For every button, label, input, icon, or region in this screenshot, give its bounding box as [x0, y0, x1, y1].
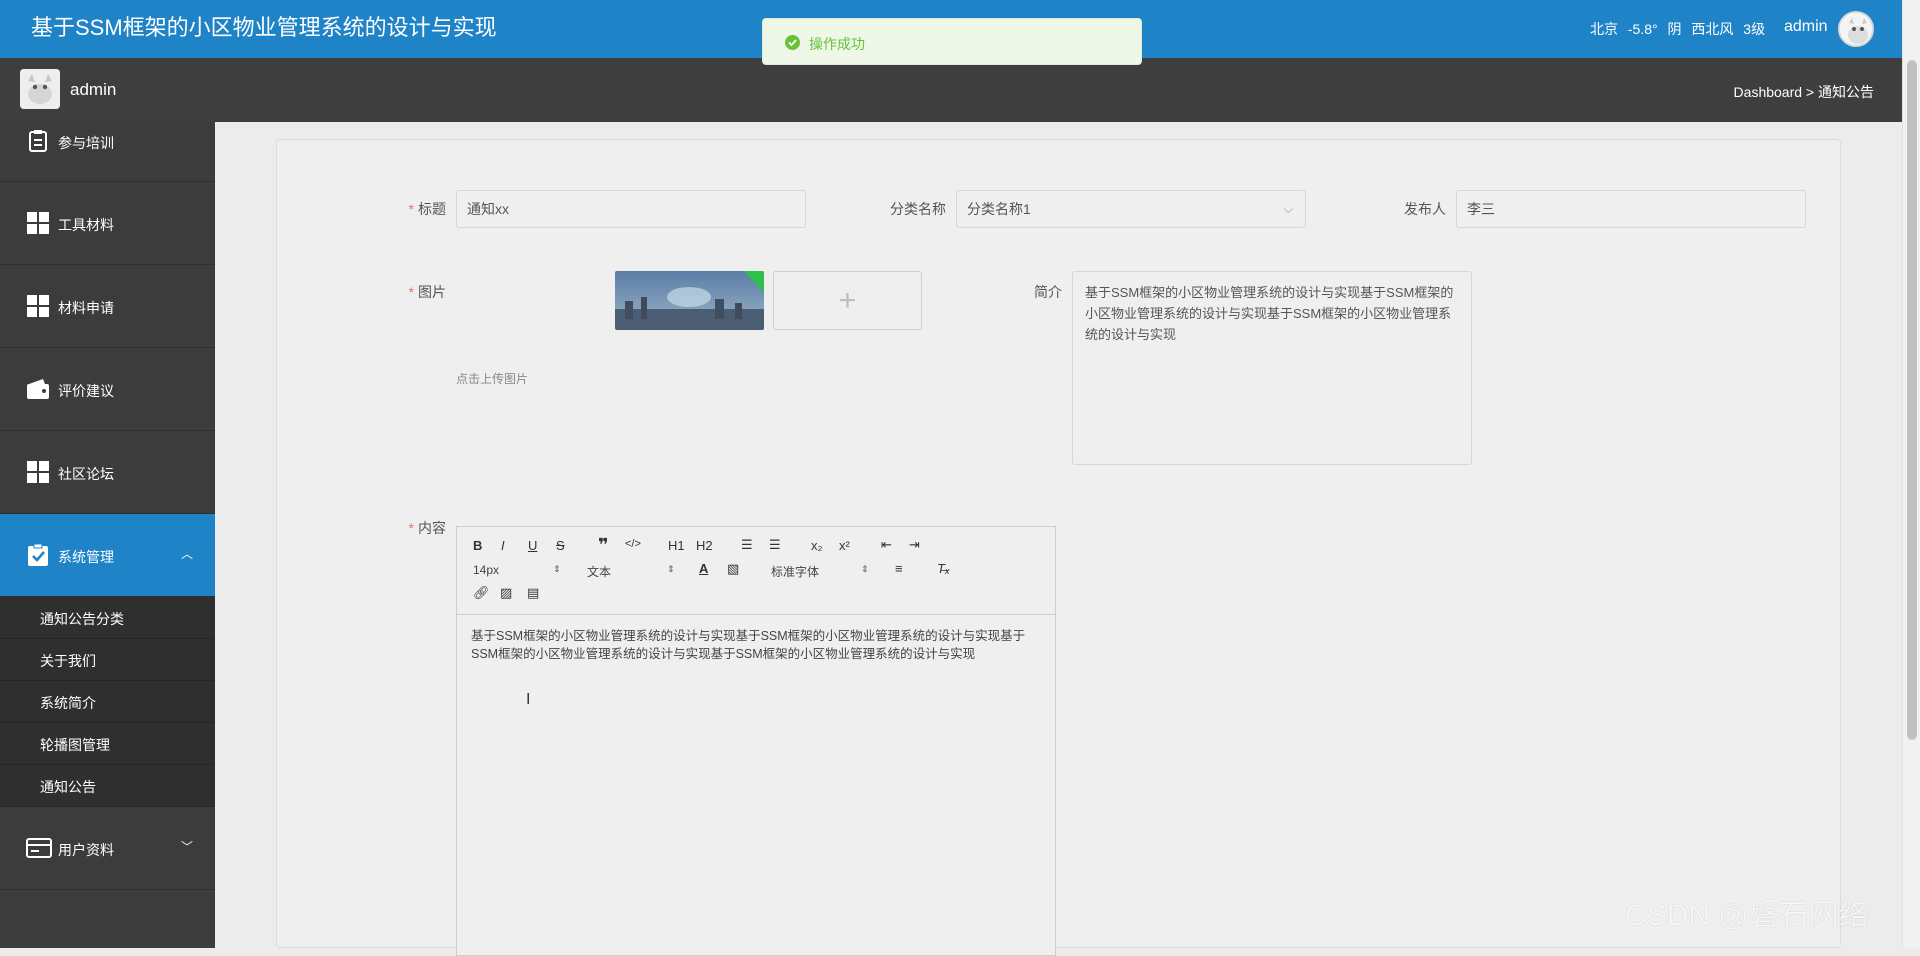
font-size-select[interactable]: 14px ⇕ [473, 563, 563, 579]
font-color-icon[interactable]: A [699, 561, 708, 576]
editor-toolbar: B I U S ❞ </> H1 H2 ☰ ☰ x₂ x² ⇤ ⇥ 14px ⇕… [457, 527, 1055, 615]
ordered-list-icon[interactable]: ☰ [741, 537, 753, 553]
editor-content[interactable]: 基于SSM框架的小区物业管理系统的设计与实现基于SSM框架的小区物业管理系统的设… [471, 627, 1046, 663]
page-scrollbar[interactable] [1902, 0, 1920, 948]
submenu-item-system-intro[interactable]: 系统简介 [0, 681, 215, 723]
rich-text-editor[interactable]: B I U S ❞ </> H1 H2 ☰ ☰ x₂ x² ⇤ ⇥ 14px ⇕… [456, 526, 1056, 956]
sidebar-item-label: 评价建议 [58, 383, 114, 399]
heading1-icon[interactable]: H1 [668, 538, 685, 553]
subscript-icon[interactable]: x₂ [811, 538, 823, 553]
sidebar-item-user-profile[interactable]: 用户资料 ﹀ [0, 807, 215, 890]
avatar[interactable] [20, 69, 60, 109]
updown-arrow-icon: ⇕ [667, 564, 675, 574]
category-select[interactable]: 分类名称1 ⌵ [956, 190, 1306, 228]
submenu-item-notice-category[interactable]: 通知公告分类 [0, 597, 215, 639]
breadcrumb[interactable]: Dashboard > 通知公告 [1734, 82, 1874, 102]
title-label: * 标题 [408, 201, 446, 217]
quote-icon[interactable]: ❞ [598, 535, 609, 556]
grid-icon [26, 460, 50, 484]
image-label: * 图片 [408, 284, 446, 300]
font-family-select[interactable]: 标准字体 ⇕ [771, 563, 871, 579]
checklist-icon [26, 543, 50, 567]
grid-icon [26, 211, 50, 235]
clear-format-icon[interactable]: T̶ₓ [937, 561, 950, 576]
sidebar-item-training[interactable]: 参与培训 [0, 122, 215, 182]
sidebar-item-material-request[interactable]: 材料申请 [0, 265, 215, 348]
required-mark: * [408, 201, 414, 217]
publisher-input[interactable]: 李三 [1456, 190, 1806, 228]
align-icon[interactable]: ≡ [895, 561, 903, 576]
submenu-item-about-us[interactable]: 关于我们 [0, 639, 215, 681]
bullet-list-icon[interactable]: ☰ [769, 537, 781, 553]
sidebar-item-system[interactable]: 系统管理 ︿ [0, 514, 215, 597]
sidebar-item-label: 工具材料 [58, 217, 114, 233]
chevron-up-icon: ︿ [180, 547, 193, 561]
underline-icon[interactable]: U [528, 538, 537, 553]
submenu-item-notice[interactable]: 通知公告 [0, 765, 215, 807]
text-cursor-icon: I [526, 691, 531, 708]
indent-icon[interactable]: ⇥ [909, 537, 920, 553]
watermark: CSDN @磐石网络 [1625, 899, 1869, 932]
header-avatar[interactable] [1838, 11, 1874, 47]
block-type-select[interactable]: 文本 ⇕ [587, 563, 677, 579]
sidebar-item-label: 用户资料 [58, 842, 114, 858]
strikethrough-icon[interactable]: S [556, 538, 565, 553]
updown-arrow-icon: ⇕ [861, 564, 869, 574]
superscript-icon[interactable]: x² [839, 538, 850, 553]
scrollbar-thumb[interactable] [1907, 60, 1917, 740]
publisher-label: 发布人 [1404, 201, 1446, 217]
title-input[interactable]: 通知xx [456, 190, 806, 228]
required-mark: * [408, 284, 414, 300]
sidebar-item-label: 社区论坛 [58, 466, 114, 482]
sub-header: admin Dashboard > 通知公告 [0, 58, 1902, 122]
sidebar-item-label: 参与培训 [58, 135, 114, 151]
grid-icon [26, 294, 50, 318]
intro-label: 简介 [1034, 284, 1062, 300]
intro-textarea[interactable]: 基于SSM框架的小区物业管理系统的设计与实现基于SSM框架的小区物业管理系统的设… [1072, 271, 1472, 465]
add-image-button[interactable]: + [773, 271, 922, 330]
weather-info: 北京 -5.8° 阴 西北风 3级 [1590, 21, 1766, 37]
card-icon [26, 836, 52, 860]
upload-hint: 点击上传图片 [456, 372, 529, 386]
heading2-icon[interactable]: H2 [696, 538, 713, 553]
success-check-icon [785, 35, 800, 50]
chevron-down-icon: ﹀ [180, 840, 193, 854]
plus-icon: + [838, 284, 857, 317]
sidebar-item-forum[interactable]: 社区论坛 [0, 431, 215, 514]
background-color-icon[interactable]: ▧ [727, 561, 739, 577]
sidebar-item-feedback[interactable]: 评价建议 [0, 348, 215, 431]
video-icon[interactable]: ▤ [527, 585, 539, 601]
submenu-item-carousel[interactable]: 轮播图管理 [0, 723, 215, 765]
sidebar-username: admin [70, 80, 117, 99]
image-icon[interactable]: ▨ [500, 585, 512, 601]
content-label: * 内容 [408, 520, 446, 536]
link-icon[interactable]: 🔗︎ [473, 585, 490, 601]
sidebar-item-label: 系统管理 [58, 549, 114, 565]
required-mark: * [408, 520, 414, 536]
uploaded-image-thumbnail[interactable] [615, 271, 764, 330]
sidebar: 参与培训 工具材料 材料申请 评价建议 社区论坛 系统管理 ︿ 通知公告分类 关… [0, 122, 215, 948]
wallet-icon [26, 377, 50, 401]
toast-message: 操作成功 [809, 36, 865, 52]
italic-icon[interactable]: I [501, 538, 505, 553]
sidebar-item-tools[interactable]: 工具材料 [0, 182, 215, 265]
clipboard-icon [26, 129, 50, 153]
bold-icon[interactable]: B [473, 538, 482, 553]
header-username[interactable]: admin [1784, 18, 1828, 36]
sidebar-item-label: 材料申请 [58, 300, 114, 316]
outdent-icon[interactable]: ⇤ [881, 537, 892, 553]
app-title: 基于SSM框架的小区物业管理系统的设计与实现 [31, 15, 497, 40]
updown-arrow-icon: ⇕ [553, 564, 561, 574]
chevron-down-icon: ⌵ [1283, 202, 1293, 216]
success-toast: 操作成功 [762, 18, 1142, 65]
code-icon[interactable]: </> [625, 538, 641, 550]
category-label: 分类名称 [890, 201, 946, 217]
